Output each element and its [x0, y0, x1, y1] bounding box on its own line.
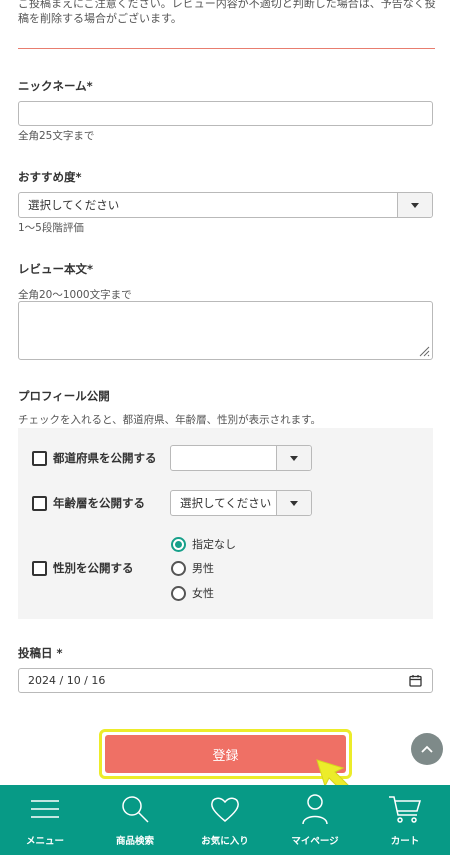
- notice-divider: [18, 48, 435, 49]
- rating-select[interactable]: 選択してください: [18, 192, 433, 218]
- nav-label: カート: [390, 836, 420, 847]
- prefecture-select[interactable]: [170, 445, 312, 471]
- nav-item-favorites[interactable]: お気に入り: [180, 785, 270, 855]
- review-notice: ご投稿まえにご注意ください。レビュー内容が不適切と判断した場合は、予告なく投稿を…: [18, 0, 436, 25]
- chevron-up-icon: [421, 745, 433, 753]
- heart-icon: [210, 793, 240, 825]
- gender-option-label[interactable]: 指定なし: [192, 536, 236, 552]
- nav-item-mypage[interactable]: マイページ: [270, 785, 360, 855]
- profile-label: プロフィール公開: [18, 389, 110, 403]
- nav-label: メニュー: [25, 836, 64, 847]
- nickname-input[interactable]: [18, 101, 433, 126]
- gender-option-label[interactable]: 女性: [192, 585, 214, 601]
- nav-item-menu[interactable]: メニュー: [0, 785, 90, 855]
- calendar-icon[interactable]: [409, 674, 422, 687]
- radio-button-selected[interactable]: [171, 536, 186, 552]
- search-icon: [120, 793, 150, 825]
- rating-select-button[interactable]: [397, 193, 432, 217]
- age-checkbox-label[interactable]: 年齢層を公開する: [53, 495, 145, 511]
- profile-hint: チェックを入れると、都道府県、年齢層、性別が表示されます。: [18, 414, 322, 426]
- gender-radio-male[interactable]: 男性: [171, 560, 214, 576]
- scroll-to-top-button[interactable]: [411, 733, 443, 765]
- gender-radio-female[interactable]: 女性: [171, 585, 214, 601]
- post-date-label: 投稿日 *: [18, 646, 63, 660]
- age-checkbox-row[interactable]: 年齢層を公開する: [32, 495, 145, 511]
- user-icon: [301, 793, 329, 825]
- rating-label: おすすめ度*: [18, 170, 82, 184]
- radio-button[interactable]: [171, 560, 186, 576]
- caret-down-icon: [411, 202, 419, 208]
- radio-button[interactable]: [171, 585, 186, 601]
- post-date-input[interactable]: 2024 / 10 / 16: [18, 668, 433, 693]
- rating-select-value: 選択してください: [28, 198, 120, 212]
- post-date-value: 2024 / 10 / 16: [28, 674, 106, 687]
- nav-item-cart[interactable]: カート: [360, 785, 450, 855]
- prefecture-checkbox-row[interactable]: 都道府県を公開する: [32, 450, 157, 466]
- prefecture-checkbox-label[interactable]: 都道府県を公開する: [53, 450, 157, 466]
- prefecture-checkbox[interactable]: [32, 450, 47, 466]
- age-checkbox[interactable]: [32, 495, 47, 511]
- gender-checkbox-row[interactable]: 性別を公開する: [32, 560, 134, 576]
- gender-radio-unspecified[interactable]: 指定なし: [171, 536, 236, 552]
- resize-grip-icon[interactable]: [418, 345, 430, 357]
- nav-item-search[interactable]: 商品検索: [90, 785, 180, 855]
- submit-button[interactable]: 登録: [105, 735, 346, 773]
- age-select-value: 選択してください: [180, 496, 272, 510]
- cart-icon: [388, 793, 422, 825]
- nickname-hint: 全角25文字まで: [18, 130, 95, 142]
- menu-icon: [30, 793, 60, 825]
- review-label: レビュー本文*: [18, 262, 94, 276]
- gender-option-label[interactable]: 男性: [192, 560, 214, 576]
- age-select[interactable]: 選択してください: [170, 490, 312, 516]
- caret-down-icon: [290, 500, 298, 506]
- bottom-navigation: メニュー 商品検索 お気に入り マイページ カート: [0, 785, 450, 855]
- gender-checkbox-label[interactable]: 性別を公開する: [53, 560, 134, 576]
- review-textarea[interactable]: [18, 301, 433, 360]
- age-select-button[interactable]: [276, 491, 311, 515]
- nickname-label: ニックネーム*: [18, 79, 93, 93]
- nav-label: 商品検索: [115, 836, 154, 847]
- nav-label: お気に入り: [201, 836, 249, 847]
- gender-checkbox[interactable]: [32, 560, 47, 576]
- prefecture-select-button[interactable]: [276, 446, 311, 470]
- review-hint: 全角20〜1000文字まで: [18, 289, 132, 301]
- caret-down-icon: [290, 455, 298, 461]
- nav-label: マイページ: [291, 836, 339, 847]
- rating-hint: 1〜5段階評価: [18, 222, 84, 234]
